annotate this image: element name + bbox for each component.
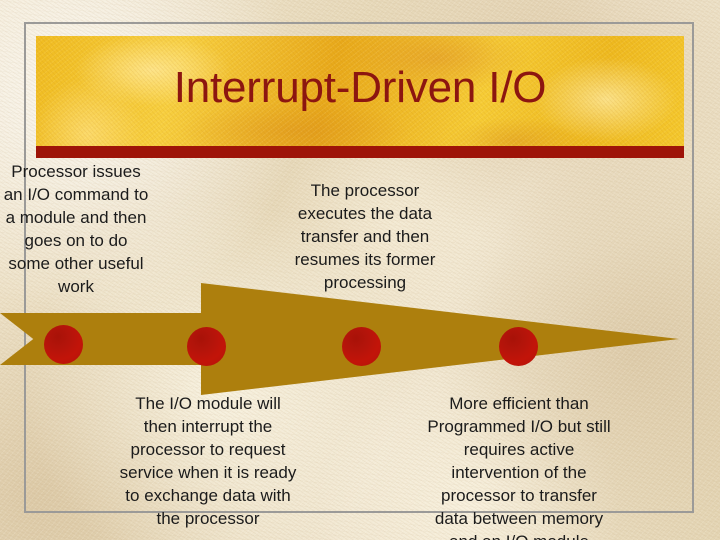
title-banner: Interrupt-Driven I/O [36, 36, 684, 158]
presentation-slide: Interrupt-Driven I/O Processor issues an… [0, 0, 720, 540]
caption-stage-4: More efficient than Programmed I/O but s… [427, 394, 611, 540]
stage-dot-4 [499, 327, 538, 366]
stage-dot-3 [342, 327, 381, 366]
caption-stage-3: The processor executes the data transfer… [294, 181, 436, 292]
caption-stage-1: Processor issues an I/O command to a mod… [3, 162, 149, 296]
stage-dot-2 [187, 327, 226, 366]
page-title: Interrupt-Driven I/O [173, 62, 547, 112]
caption-stage-2: The I/O module will then interrupt the p… [119, 394, 297, 528]
process-flow-arrow-icon [0, 283, 679, 395]
stage-dot-1 [44, 325, 83, 364]
title-underline-rule [36, 146, 684, 158]
